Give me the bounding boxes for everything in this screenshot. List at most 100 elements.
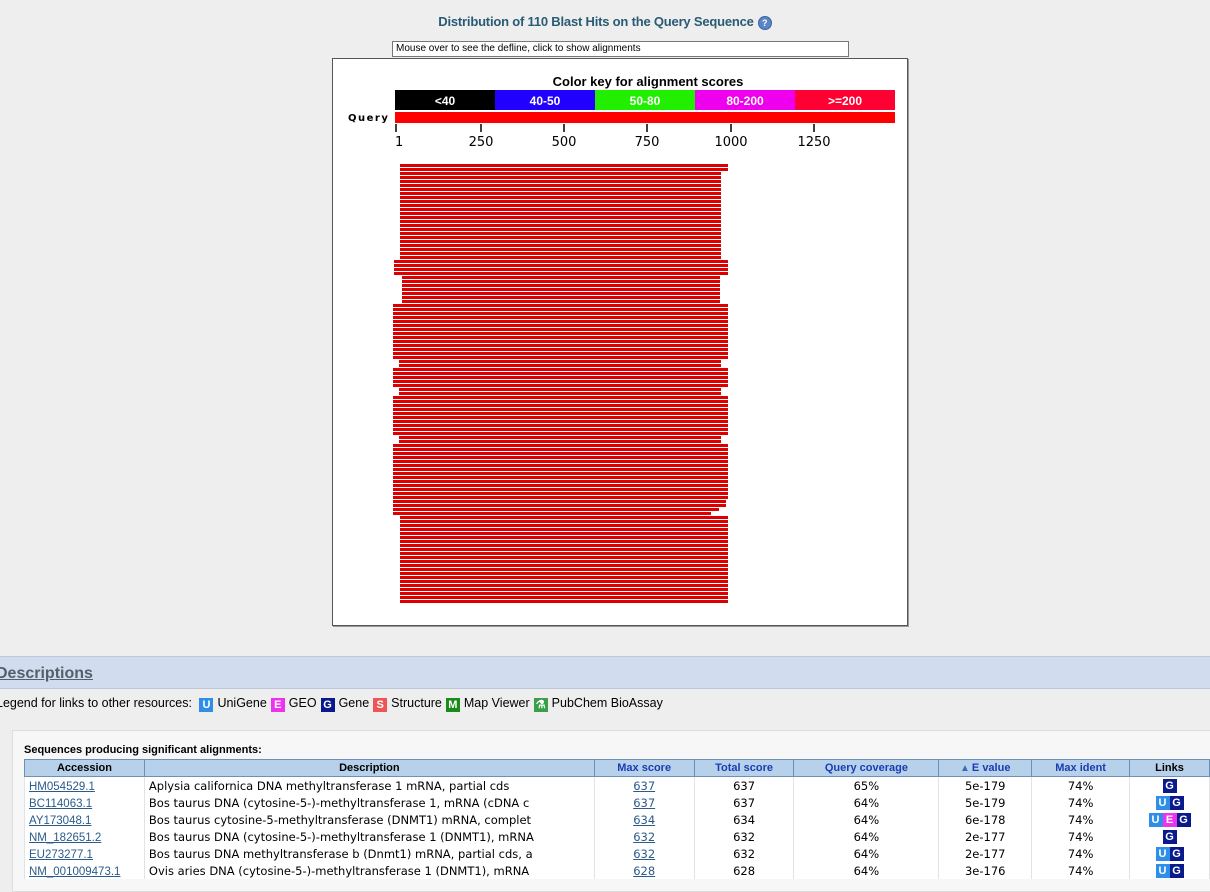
hit-bar[interactable] [400,200,721,203]
hit-bar[interactable] [393,444,728,447]
hit-bar[interactable] [399,364,721,367]
hit-bar[interactable] [393,404,728,407]
hit-bar[interactable] [393,476,728,479]
hit-bar[interactable] [393,316,728,319]
hit-bar[interactable] [400,560,728,563]
hit-bar[interactable] [399,388,721,391]
hit-bar[interactable] [402,300,720,303]
hit-bar[interactable] [400,164,728,167]
hit-bar[interactable] [400,532,728,535]
accession-link[interactable]: BC114063.1 [29,798,92,810]
hit-bar[interactable] [393,304,728,307]
accession[interactable]: NM_001009473.1 [24,862,145,879]
hit-bar[interactable] [399,440,721,443]
accession-link[interactable]: EU273277.1 [29,849,93,861]
col-max-ident[interactable]: Max ident [1031,759,1131,777]
hit-bar[interactable] [400,252,721,255]
max-score-link[interactable]: 637 [633,796,655,810]
hit-bar[interactable] [393,308,728,311]
hit-bar[interactable] [400,572,728,575]
hit-bar[interactable] [400,224,721,227]
hit-bar[interactable] [400,584,728,587]
sort-query-coverage-link[interactable]: Query coverage [825,762,908,774]
col-total-score[interactable]: Total score [693,759,795,777]
hit-bar[interactable] [400,176,721,179]
hit-bar[interactable] [400,552,728,555]
hit-bar[interactable] [400,568,728,571]
gene-link-icon[interactable]: G [1162,779,1177,793]
hit-bar[interactable] [400,228,721,231]
col-query-coverage[interactable]: Query coverage [793,759,940,777]
hit-bar[interactable] [400,600,728,603]
hit-bar[interactable] [393,480,728,483]
hit-bar[interactable] [393,348,728,351]
accession[interactable]: AY173048.1 [24,811,145,828]
sort-max-ident-link[interactable]: Max ident [1055,762,1106,774]
max-score[interactable]: 628 [593,862,695,879]
hit-bar[interactable] [400,576,728,579]
hit-bar[interactable] [394,272,728,275]
hit-bar[interactable] [393,484,728,487]
hit-bar[interactable] [400,212,721,215]
hit-bar[interactable] [400,528,728,531]
hit-bar[interactable] [393,416,728,419]
hit-bar[interactable] [393,340,728,343]
hit-bar[interactable] [400,240,721,243]
hit-bar[interactable] [400,196,721,199]
hit-bar[interactable] [400,248,721,251]
gene-link-icon[interactable]: G [1169,847,1184,861]
hit-bar[interactable] [393,400,728,403]
hit-bar[interactable] [393,468,728,471]
hit-bar[interactable] [402,284,720,287]
hit-bar[interactable] [393,336,728,339]
hit-bar[interactable] [393,452,728,455]
accession-link[interactable]: HM054529.1 [29,781,95,793]
max-score-link[interactable]: 632 [633,830,655,844]
sort-max-score-link[interactable]: Max score [617,762,671,774]
hit-bar[interactable] [393,380,728,383]
col-max-score[interactable]: Max score [593,759,695,777]
hit-bar[interactable] [400,204,721,207]
hit-bar[interactable] [393,460,728,463]
hit-bar[interactable] [400,524,728,527]
unigene-link-icon[interactable]: U [1148,813,1163,827]
hit-bar[interactable] [393,408,728,411]
max-score[interactable]: 637 [593,794,695,811]
hit-bar[interactable] [393,504,726,507]
hit-bar[interactable] [393,412,728,415]
hit-bar[interactable] [400,184,721,187]
hit-bar[interactable] [394,268,728,271]
hit-bar[interactable] [393,508,719,511]
hit-bar[interactable] [400,588,728,591]
max-score[interactable]: 634 [593,811,695,828]
hit-bar[interactable] [393,488,728,491]
max-score-link[interactable]: 632 [633,847,655,861]
hit-bar[interactable] [399,392,721,395]
hit-bar[interactable] [400,520,728,523]
accession-link[interactable]: NM_182651.2 [29,832,101,844]
hit-bar[interactable] [393,332,728,335]
hit-bar[interactable] [393,312,728,315]
hit-bar[interactable] [400,188,721,191]
hit-bar[interactable] [393,344,728,347]
hit-bar[interactable] [400,216,721,219]
hit-bar[interactable] [399,436,721,439]
hit-bar[interactable] [393,456,728,459]
descriptions-title[interactable]: Descriptions [0,665,93,683]
hit-bar[interactable] [400,580,728,583]
hit-bar[interactable] [393,492,728,495]
hit-bar[interactable] [393,368,728,371]
hit-bar[interactable] [400,208,721,211]
hit-bar[interactable] [402,296,720,299]
hit-bar[interactable] [402,280,720,283]
hit-bar[interactable] [400,236,721,239]
max-score[interactable]: 632 [593,828,695,845]
max-score-link[interactable]: 628 [633,864,655,878]
geo-link-icon[interactable]: E [1162,813,1177,827]
hit-bar[interactable] [400,540,728,543]
hit-bar[interactable] [400,548,728,551]
hit-bar[interactable] [400,232,721,235]
hit-bar[interactable] [400,564,728,567]
hit-bar[interactable] [393,512,711,515]
hit-bar[interactable] [400,168,728,171]
